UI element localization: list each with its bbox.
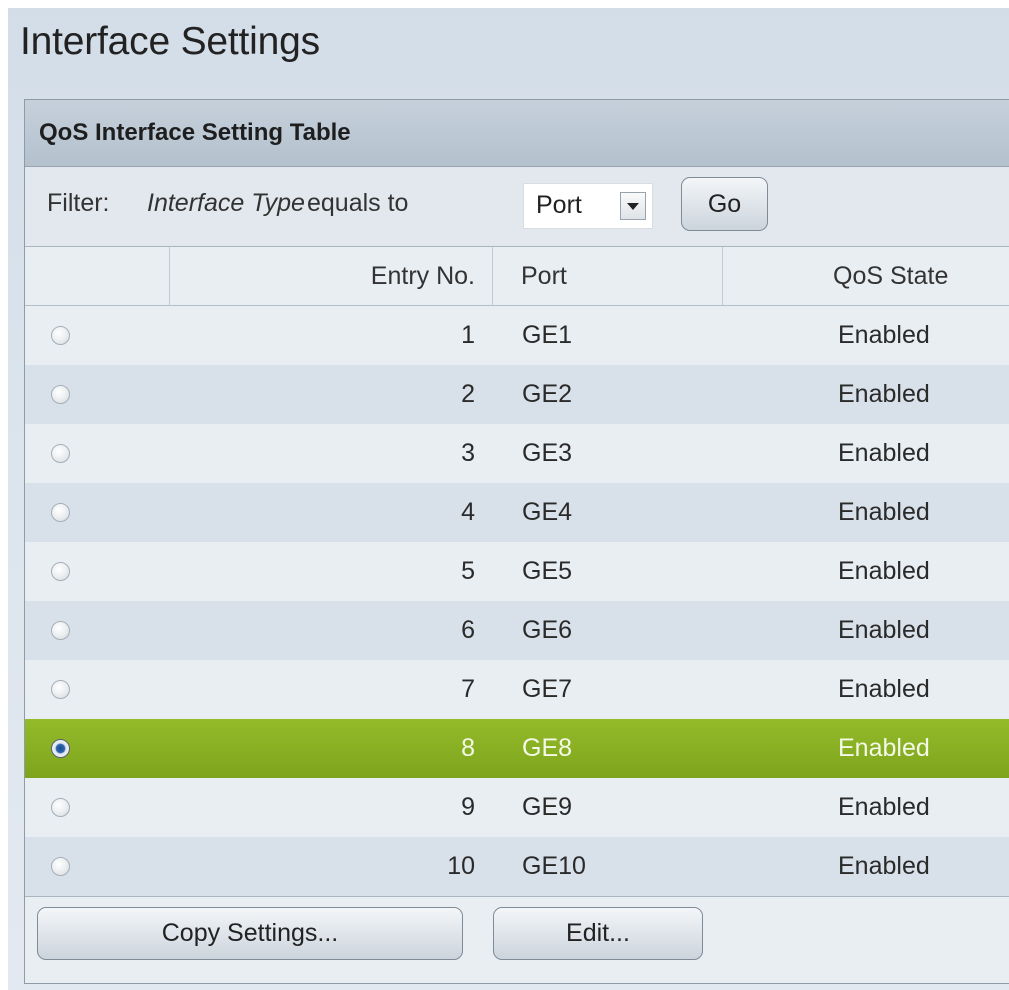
column-header-port[interactable]: Port — [521, 262, 567, 291]
table-row[interactable]: 4 GE4 Enabled — [25, 483, 1009, 542]
row-select-radio[interactable] — [51, 857, 70, 876]
cell-port: GE4 — [522, 498, 573, 526]
cell-entry-no: 1 — [461, 321, 475, 349]
table-row[interactable]: 9 GE9 Enabled — [25, 778, 1009, 837]
column-divider — [722, 247, 723, 305]
cell-qos-state: Enabled — [838, 380, 930, 408]
page-background: Interface Settings QoS Interface Setting… — [8, 8, 1009, 990]
cell-qos-state: Enabled — [838, 734, 930, 762]
cell-port: GE10 — [522, 852, 586, 880]
table-row[interactable]: 8 GE8 Enabled — [25, 719, 1009, 778]
cell-entry-no: 6 — [461, 616, 475, 644]
cell-port: GE5 — [522, 557, 573, 585]
table-row[interactable]: 3 GE3 Enabled — [25, 424, 1009, 483]
table-header: Entry No. Port QoS State — [25, 247, 1009, 306]
page-title: Interface Settings — [20, 20, 320, 63]
row-select-radio[interactable] — [51, 385, 70, 404]
row-select-radio[interactable] — [51, 798, 70, 817]
row-select-radio[interactable] — [51, 680, 70, 699]
cell-port: GE8 — [522, 734, 573, 762]
row-select-radio[interactable] — [51, 444, 70, 463]
cell-entry-no: 10 — [447, 852, 475, 880]
filter-bar: Filter: Interface Type equals to Port Go — [25, 167, 1009, 247]
cell-port: GE7 — [522, 675, 573, 703]
go-button[interactable]: Go — [681, 177, 768, 231]
table-row[interactable]: 6 GE6 Enabled — [25, 601, 1009, 660]
cell-entry-no: 3 — [461, 439, 475, 467]
row-select-radio[interactable] — [51, 503, 70, 522]
filter-field-name: Interface Type — [147, 189, 305, 217]
cell-port: GE6 — [522, 616, 573, 644]
filter-operator: equals to — [307, 189, 409, 217]
cell-qos-state: Enabled — [838, 675, 930, 703]
column-header-qos-state[interactable]: QoS State — [833, 262, 948, 291]
table-row[interactable]: 1 GE1 Enabled — [25, 306, 1009, 365]
panel-title: QoS Interface Setting Table — [25, 100, 1009, 167]
cell-entry-no: 4 — [461, 498, 475, 526]
cell-port: GE3 — [522, 439, 573, 467]
row-select-radio[interactable] — [51, 621, 70, 640]
copy-settings-button[interactable]: Copy Settings... — [37, 907, 463, 960]
cell-port: GE1 — [522, 321, 573, 349]
row-select-radio[interactable] — [51, 562, 70, 581]
cell-qos-state: Enabled — [838, 793, 930, 821]
column-divider — [169, 247, 170, 305]
cell-port: GE9 — [522, 793, 573, 821]
table-row[interactable]: 10 GE10 Enabled — [25, 837, 1009, 896]
cell-port: GE2 — [522, 380, 573, 408]
table-row[interactable]: 7 GE7 Enabled — [25, 660, 1009, 719]
edit-button[interactable]: Edit... — [493, 907, 703, 960]
interface-type-selected-value: Port — [536, 191, 582, 219]
cell-qos-state: Enabled — [838, 557, 930, 585]
cell-qos-state: Enabled — [838, 498, 930, 526]
cell-entry-no: 5 — [461, 557, 475, 585]
cell-qos-state: Enabled — [838, 852, 930, 880]
cell-entry-no: 7 — [461, 675, 475, 703]
column-header-entry-no[interactable]: Entry No. — [371, 262, 475, 291]
chevron-down-icon[interactable] — [620, 192, 646, 220]
row-select-radio[interactable] — [51, 739, 70, 758]
cell-entry-no: 2 — [461, 380, 475, 408]
table-body: 1 GE1 Enabled 2 GE2 Enabled 3 GE3 Enabled 4 GE4 Ena… — [25, 306, 1009, 896]
filter-label: Filter: — [47, 189, 110, 217]
cell-entry-no: 8 — [461, 734, 475, 762]
column-divider — [492, 247, 493, 305]
interface-type-select[interactable]: Port — [523, 183, 653, 229]
cell-qos-state: Enabled — [838, 616, 930, 644]
cell-qos-state: Enabled — [838, 321, 930, 349]
qos-interface-panel: QoS Interface Setting Table Filter: Inte… — [24, 99, 1009, 984]
table-row[interactable]: 5 GE5 Enabled — [25, 542, 1009, 601]
cell-qos-state: Enabled — [838, 439, 930, 467]
table-actions: Copy Settings... Edit... — [25, 896, 1009, 979]
cell-entry-no: 9 — [461, 793, 475, 821]
row-select-radio[interactable] — [51, 326, 70, 345]
table-row[interactable]: 2 GE2 Enabled — [25, 365, 1009, 424]
